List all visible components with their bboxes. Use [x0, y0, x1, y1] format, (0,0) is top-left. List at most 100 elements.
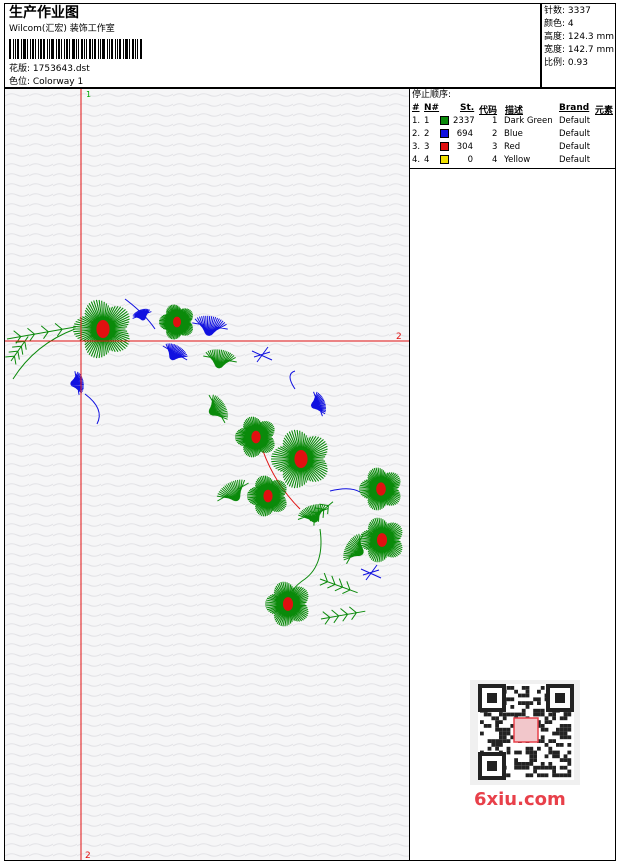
stop-sequence-row: 1. 1 2337 1 Dark Green Default — [410, 116, 617, 129]
qr-module — [567, 735, 572, 740]
qr-module — [521, 762, 526, 766]
qr-module — [544, 765, 549, 770]
qr-module — [499, 743, 503, 747]
qr-module — [506, 686, 511, 690]
row-code: 4 — [492, 155, 498, 165]
qr-module — [529, 762, 534, 766]
barcode-bar — [119, 39, 121, 59]
qr-module — [540, 739, 545, 743]
qr-module — [499, 735, 503, 740]
qr-module — [559, 765, 564, 770]
qr-module — [487, 724, 492, 728]
barcode-bar — [94, 39, 96, 59]
barcode-bar — [86, 39, 87, 59]
barcode-bar — [84, 39, 85, 59]
qr-module — [514, 750, 518, 755]
qr-finder-center — [487, 693, 497, 703]
qr-module — [529, 746, 534, 751]
barcode-bar — [51, 39, 54, 59]
qr-module — [567, 758, 572, 762]
qr-module — [518, 750, 522, 755]
row-brand: Default — [559, 142, 591, 152]
row-brand: Default — [559, 116, 591, 126]
row-needle: 1 — [424, 116, 430, 126]
barcode-bar — [89, 39, 91, 59]
qr-module — [480, 731, 484, 736]
qr-module — [540, 762, 545, 766]
qr-module — [483, 724, 488, 728]
flower-center — [96, 320, 110, 338]
barcode-bar — [21, 39, 22, 59]
qr-logo-badge — [513, 717, 539, 743]
qr-module — [491, 716, 496, 721]
qr-module — [537, 765, 541, 770]
qr-module — [563, 765, 568, 770]
barcode-bar — [43, 39, 45, 59]
barcode — [9, 39, 145, 59]
barcode-bar — [100, 39, 101, 59]
col-num: # — [412, 103, 420, 113]
qr-module — [525, 693, 530, 698]
qr-module — [495, 727, 499, 732]
barcode-bar — [27, 39, 28, 59]
qr-module — [563, 731, 568, 736]
qr-module — [548, 739, 553, 743]
qr-module — [525, 773, 530, 778]
qr-module — [548, 712, 553, 717]
qr-module — [529, 701, 534, 705]
qr-module — [521, 701, 526, 705]
qr-module — [483, 712, 488, 717]
barcode-bar — [47, 39, 48, 59]
barcode-bar — [30, 39, 31, 59]
flower-center — [263, 489, 273, 503]
qr-module — [544, 716, 549, 721]
qr-module — [499, 720, 503, 724]
qr-module — [533, 758, 537, 762]
col-brand: Brand — [559, 103, 590, 113]
qr-module — [533, 697, 537, 702]
qr-module — [540, 765, 545, 770]
barcode-bar — [81, 39, 83, 59]
qr-module — [487, 712, 492, 717]
qr-module — [540, 708, 545, 713]
qr-module — [518, 693, 522, 698]
qr-module — [499, 712, 503, 717]
row-code: 3 — [492, 142, 498, 152]
colorway-label: 色位: Colorway 1 — [9, 77, 84, 87]
stop-sequence-title: 停止顺序: — [412, 90, 452, 100]
qr-module — [552, 754, 556, 759]
qr-module — [502, 712, 507, 717]
qr-module — [563, 773, 568, 778]
row-needle: 2 — [424, 129, 430, 139]
qr-module — [552, 750, 556, 755]
qr-module — [495, 746, 499, 751]
barcode-bar — [132, 39, 134, 59]
qr-module — [491, 739, 496, 743]
qr-module — [544, 727, 549, 732]
barcode-bar — [140, 39, 142, 59]
qr-module — [552, 769, 556, 774]
guide-marker-top: 1 — [86, 90, 91, 99]
row-code: 2 — [492, 129, 498, 139]
qr-module — [518, 765, 522, 770]
qr-module — [514, 689, 518, 694]
qr-module — [495, 716, 499, 721]
qr-module — [514, 758, 518, 762]
barcode-bar — [72, 39, 75, 59]
qr-module — [510, 712, 515, 717]
barcode-bar — [38, 39, 39, 59]
stop-sequence-row: 3. 3 304 3 Red Default — [410, 142, 617, 155]
qr-module — [552, 739, 556, 743]
qr-module — [537, 746, 541, 751]
qr-module — [544, 743, 549, 747]
qr-module — [552, 716, 556, 721]
row-stitches: 304 — [456, 142, 473, 152]
barcode-bar — [117, 39, 118, 59]
qr-module — [537, 708, 541, 713]
qr-module — [514, 762, 518, 766]
qr-module — [521, 686, 526, 690]
barcode-bar — [135, 39, 136, 59]
barcode-bar — [78, 39, 79, 59]
row-brand: Default — [559, 129, 591, 139]
qr-module — [533, 708, 537, 713]
